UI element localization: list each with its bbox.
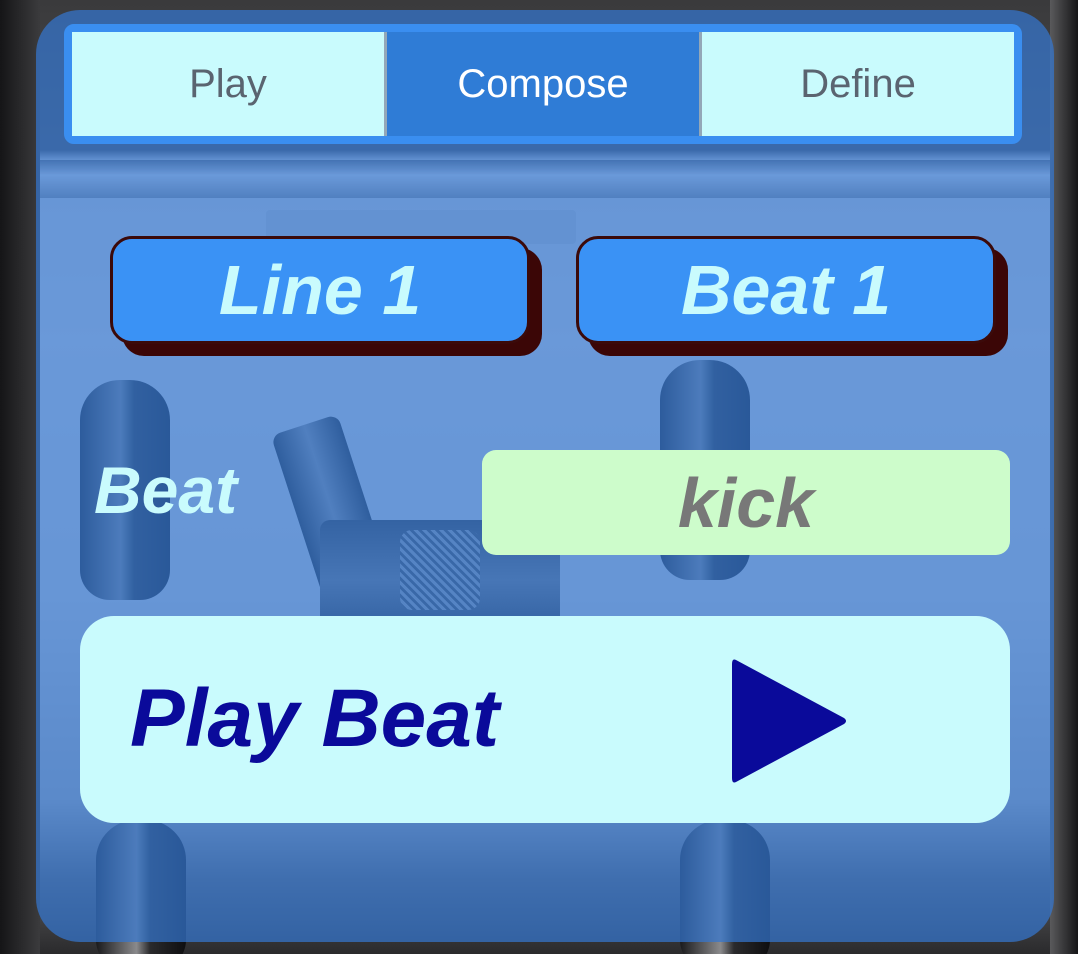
photo-edge [0,0,40,954]
tab-define[interactable]: Define [702,32,1014,136]
beat-value-field[interactable]: kick [482,450,1010,555]
line-selector-button[interactable]: Line 1 [110,236,530,344]
tab-play[interactable]: Play [72,32,387,136]
play-beat-button[interactable]: Play Beat [80,616,1010,823]
mode-tabs: Play Compose Define [64,24,1022,144]
beat-label: Beat [94,453,238,527]
play-icon [732,659,846,783]
beat-selector-button[interactable]: Beat 1 [576,236,996,344]
play-beat-label: Play Beat [130,673,500,764]
photo-edge [1050,0,1078,954]
tab-compose[interactable]: Compose [387,32,702,136]
